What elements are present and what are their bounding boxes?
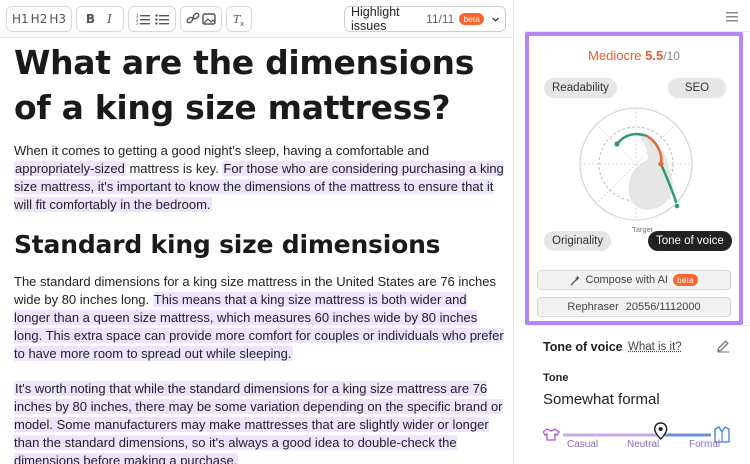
ordered-list-icon[interactable]: 123: [133, 8, 152, 30]
readability-dot: [614, 141, 620, 147]
svg-text:x: x: [240, 20, 244, 26]
tone-of-voice-section: Tone of voice What is it? Tone Somewhat …: [525, 325, 750, 464]
editor-toolbar: H1 H2 H3 B I 123 Tx Highlight issues 11/…: [0, 0, 513, 38]
image-icon[interactable]: [201, 8, 217, 30]
format-group: B I: [76, 6, 124, 32]
rephraser-label: Rephraser: [567, 301, 619, 313]
heading-2-button[interactable]: H2: [30, 8, 49, 30]
article-content[interactable]: What are the dimensions of a king size m…: [14, 40, 506, 464]
heading-1-button[interactable]: H1: [11, 8, 30, 30]
highlight-issues-dropdown[interactable]: Highlight issues 11/11 beta: [344, 5, 506, 33]
heading-3-button[interactable]: H3: [48, 8, 67, 30]
tone-scale: [543, 422, 730, 443]
neutral-label: Neutral: [627, 439, 660, 450]
highlight-issues-count: 11/11: [426, 12, 455, 26]
shirt-icon: [543, 428, 560, 441]
overall-score: Mediocre 5.5/10: [588, 48, 680, 63]
readability-tab[interactable]: Readability: [544, 78, 617, 98]
casual-label: Casual: [567, 439, 599, 450]
pencil-icon[interactable]: [716, 339, 730, 353]
highlighted-issue[interactable]: appropriately-sized: [14, 161, 126, 176]
section-heading: Standard king size dimensions: [14, 230, 441, 259]
beta-badge: beta: [459, 13, 484, 25]
seo-tab[interactable]: SEO: [668, 78, 726, 98]
compose-beta-badge: beta: [673, 274, 698, 286]
list-group: 123: [128, 6, 176, 32]
heading-group: H1 H2 H3: [6, 6, 72, 32]
highlighted-issue[interactable]: It's worth noting that while the standar…: [14, 381, 503, 464]
originality-tab[interactable]: Originality: [544, 231, 612, 251]
bold-icon[interactable]: B: [81, 8, 100, 30]
score-radar-chart: Target: [579, 107, 693, 234]
paragraph-intro: When it comes to getting a good night's …: [14, 143, 504, 212]
bullet-list-icon[interactable]: [152, 8, 171, 30]
compose-label: Compose with AI: [585, 274, 668, 286]
seo-dot: [658, 161, 664, 167]
sparkle-icon: [570, 275, 581, 285]
formal-label: Formal: [689, 439, 721, 450]
location-pin-icon: [653, 422, 668, 440]
tone-value: Somewhat formal: [543, 391, 660, 408]
paragraph-dimensions: The standard dimensions for a king size …: [14, 274, 504, 361]
rephraser-count: 20556/1112000: [625, 301, 701, 313]
editor-pane: H1 H2 H3 B I 123 Tx Highlight issues 11/…: [0, 0, 514, 464]
tone-of-voice-heading: Tone of voice: [543, 340, 623, 354]
menu-icon[interactable]: [726, 12, 738, 22]
chevron-down-icon: [492, 17, 499, 22]
compose-with-ai-button[interactable]: Compose with AI beta: [537, 270, 731, 290]
tone-of-voice-tab[interactable]: Tone of voice: [648, 231, 732, 251]
what-is-it-link[interactable]: What is it?: [628, 341, 682, 353]
clear-group: Tx: [226, 6, 252, 32]
clear-format-icon[interactable]: Tx: [231, 8, 247, 30]
link-icon[interactable]: [185, 8, 201, 30]
svg-text:3: 3: [136, 21, 139, 25]
highlight-issues-label: Highlight issues: [351, 5, 400, 33]
paragraph-variation: It's worth noting that while the standar…: [14, 380, 506, 464]
tone-dot: [673, 202, 681, 210]
insert-group: [180, 6, 222, 32]
target-label: Target: [632, 225, 654, 234]
score-panel: Mediocre 5.5/10 Readability SEO Original…: [525, 32, 743, 325]
tone-label: Tone: [543, 372, 569, 384]
italic-icon[interactable]: I: [100, 8, 119, 30]
article-title: What are the dimensions of a king size m…: [14, 43, 475, 127]
sidebar-header: [525, 0, 750, 32]
assistant-sidebar: Mediocre 5.5/10 Readability SEO Original…: [525, 0, 750, 464]
rephraser-button[interactable]: Rephraser 20556/1112000: [537, 297, 731, 317]
